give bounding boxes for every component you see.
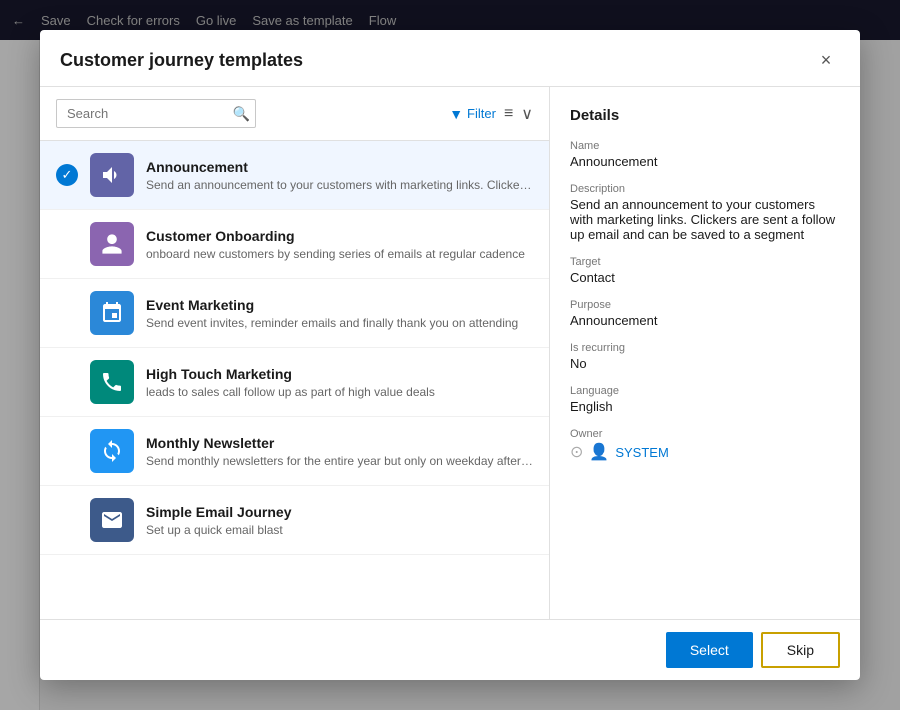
template-desc-newsletter: Send monthly newsletters for the entire … (146, 454, 533, 468)
owner-value[interactable]: SYSTEM (615, 445, 668, 460)
description-value: Send an announcement to your customers w… (570, 197, 840, 242)
simple-email-icon (90, 498, 134, 542)
template-info-newsletter: Monthly Newsletter Send monthly newslett… (146, 435, 533, 468)
filter-button[interactable]: ▼ Filter (449, 106, 496, 122)
owner-person-icon: 👤 (589, 442, 609, 462)
left-panel: 🔍 ▼ Filter ≡ ∨ ✓ (40, 87, 550, 619)
detail-language-field: Language English (570, 385, 840, 414)
owner-row: ⊙ 👤 SYSTEM (570, 442, 840, 462)
search-bar: 🔍 ▼ Filter ≡ ∨ (40, 87, 549, 141)
template-info-hightouch: High Touch Marketing leads to sales call… (146, 366, 533, 399)
template-info-event: Event Marketing Send event invites, remi… (146, 297, 533, 330)
select-button[interactable]: Select (666, 632, 753, 668)
filter-area: ▼ Filter ≡ ∨ (449, 104, 533, 124)
description-label: Description (570, 183, 840, 195)
template-item-hightouch[interactable]: High Touch Marketing leads to sales call… (40, 348, 549, 417)
template-info-simple-email: Simple Email Journey Set up a quick emai… (146, 504, 533, 537)
purpose-label: Purpose (570, 299, 840, 311)
detail-owner-field: Owner ⊙ 👤 SYSTEM (570, 428, 840, 462)
template-desc-event: Send event invites, reminder emails and … (146, 316, 533, 330)
target-value: Contact (570, 270, 840, 285)
template-name-newsletter: Monthly Newsletter (146, 435, 533, 451)
template-name-onboarding: Customer Onboarding (146, 228, 533, 244)
onboarding-icon (90, 222, 134, 266)
sort-button[interactable]: ≡ (504, 105, 513, 123)
target-label: Target (570, 256, 840, 268)
modal-footer: Select Skip (40, 619, 860, 680)
template-list: ✓ Announcement Send an announcement to y… (40, 141, 549, 619)
skip-button[interactable]: Skip (761, 632, 840, 668)
search-input[interactable] (56, 99, 256, 128)
template-desc-simple-email: Set up a quick email blast (146, 523, 533, 537)
recurring-value: No (570, 356, 840, 371)
template-item-event[interactable]: Event Marketing Send event invites, remi… (40, 279, 549, 348)
event-icon (90, 291, 134, 335)
language-label: Language (570, 385, 840, 397)
name-label: Name (570, 140, 840, 152)
right-panel: Details Name Announcement Description Se… (550, 87, 860, 619)
template-desc-hightouch: leads to sales call follow up as part of… (146, 385, 533, 399)
modal-body: 🔍 ▼ Filter ≡ ∨ ✓ (40, 87, 860, 619)
template-desc-announcement: Send an announcement to your customers w… (146, 178, 533, 192)
detail-recurring-field: Is recurring No (570, 342, 840, 371)
modal-dialog: Customer journey templates × 🔍 ▼ Filter (40, 30, 860, 680)
detail-description-field: Description Send an announcement to your… (570, 183, 840, 242)
language-value: English (570, 399, 840, 414)
recurring-label: Is recurring (570, 342, 840, 354)
template-name-event: Event Marketing (146, 297, 533, 313)
template-item-onboarding[interactable]: Customer Onboarding onboard new customer… (40, 210, 549, 279)
template-item-newsletter[interactable]: Monthly Newsletter Send monthly newslett… (40, 417, 549, 486)
hightouch-icon (90, 360, 134, 404)
filter-label: Filter (467, 106, 496, 121)
detail-target-field: Target Contact (570, 256, 840, 285)
modal-overlay: Customer journey templates × 🔍 ▼ Filter (0, 0, 900, 710)
details-title: Details (570, 107, 840, 124)
sort-chevron-icon[interactable]: ∨ (521, 104, 533, 124)
newsletter-icon (90, 429, 134, 473)
owner-label: Owner (570, 428, 840, 440)
name-value: Announcement (570, 154, 840, 169)
template-name-simple-email: Simple Email Journey (146, 504, 533, 520)
template-item-simple-email[interactable]: Simple Email Journey Set up a quick emai… (40, 486, 549, 555)
modal-title: Customer journey templates (60, 50, 303, 71)
template-name-hightouch: High Touch Marketing (146, 366, 533, 382)
template-info-onboarding: Customer Onboarding onboard new customer… (146, 228, 533, 261)
template-info-announcement: Announcement Send an announcement to you… (146, 159, 533, 192)
detail-name-field: Name Announcement (570, 140, 840, 169)
search-icon[interactable]: 🔍 (233, 105, 250, 122)
detail-purpose-field: Purpose Announcement (570, 299, 840, 328)
filter-icon: ▼ (449, 106, 463, 122)
search-input-wrap: 🔍 (56, 99, 256, 128)
template-name-announcement: Announcement (146, 159, 533, 175)
purpose-value: Announcement (570, 313, 840, 328)
template-item-announcement[interactable]: ✓ Announcement Send an announcement to y… (40, 141, 549, 210)
owner-circle-icon: ⊙ (570, 442, 583, 462)
check-circle-icon: ✓ (56, 164, 78, 186)
announcement-icon (90, 153, 134, 197)
close-button[interactable]: × (812, 46, 840, 74)
template-desc-onboarding: onboard new customers by sending series … (146, 247, 533, 261)
modal-header: Customer journey templates × (40, 30, 860, 87)
